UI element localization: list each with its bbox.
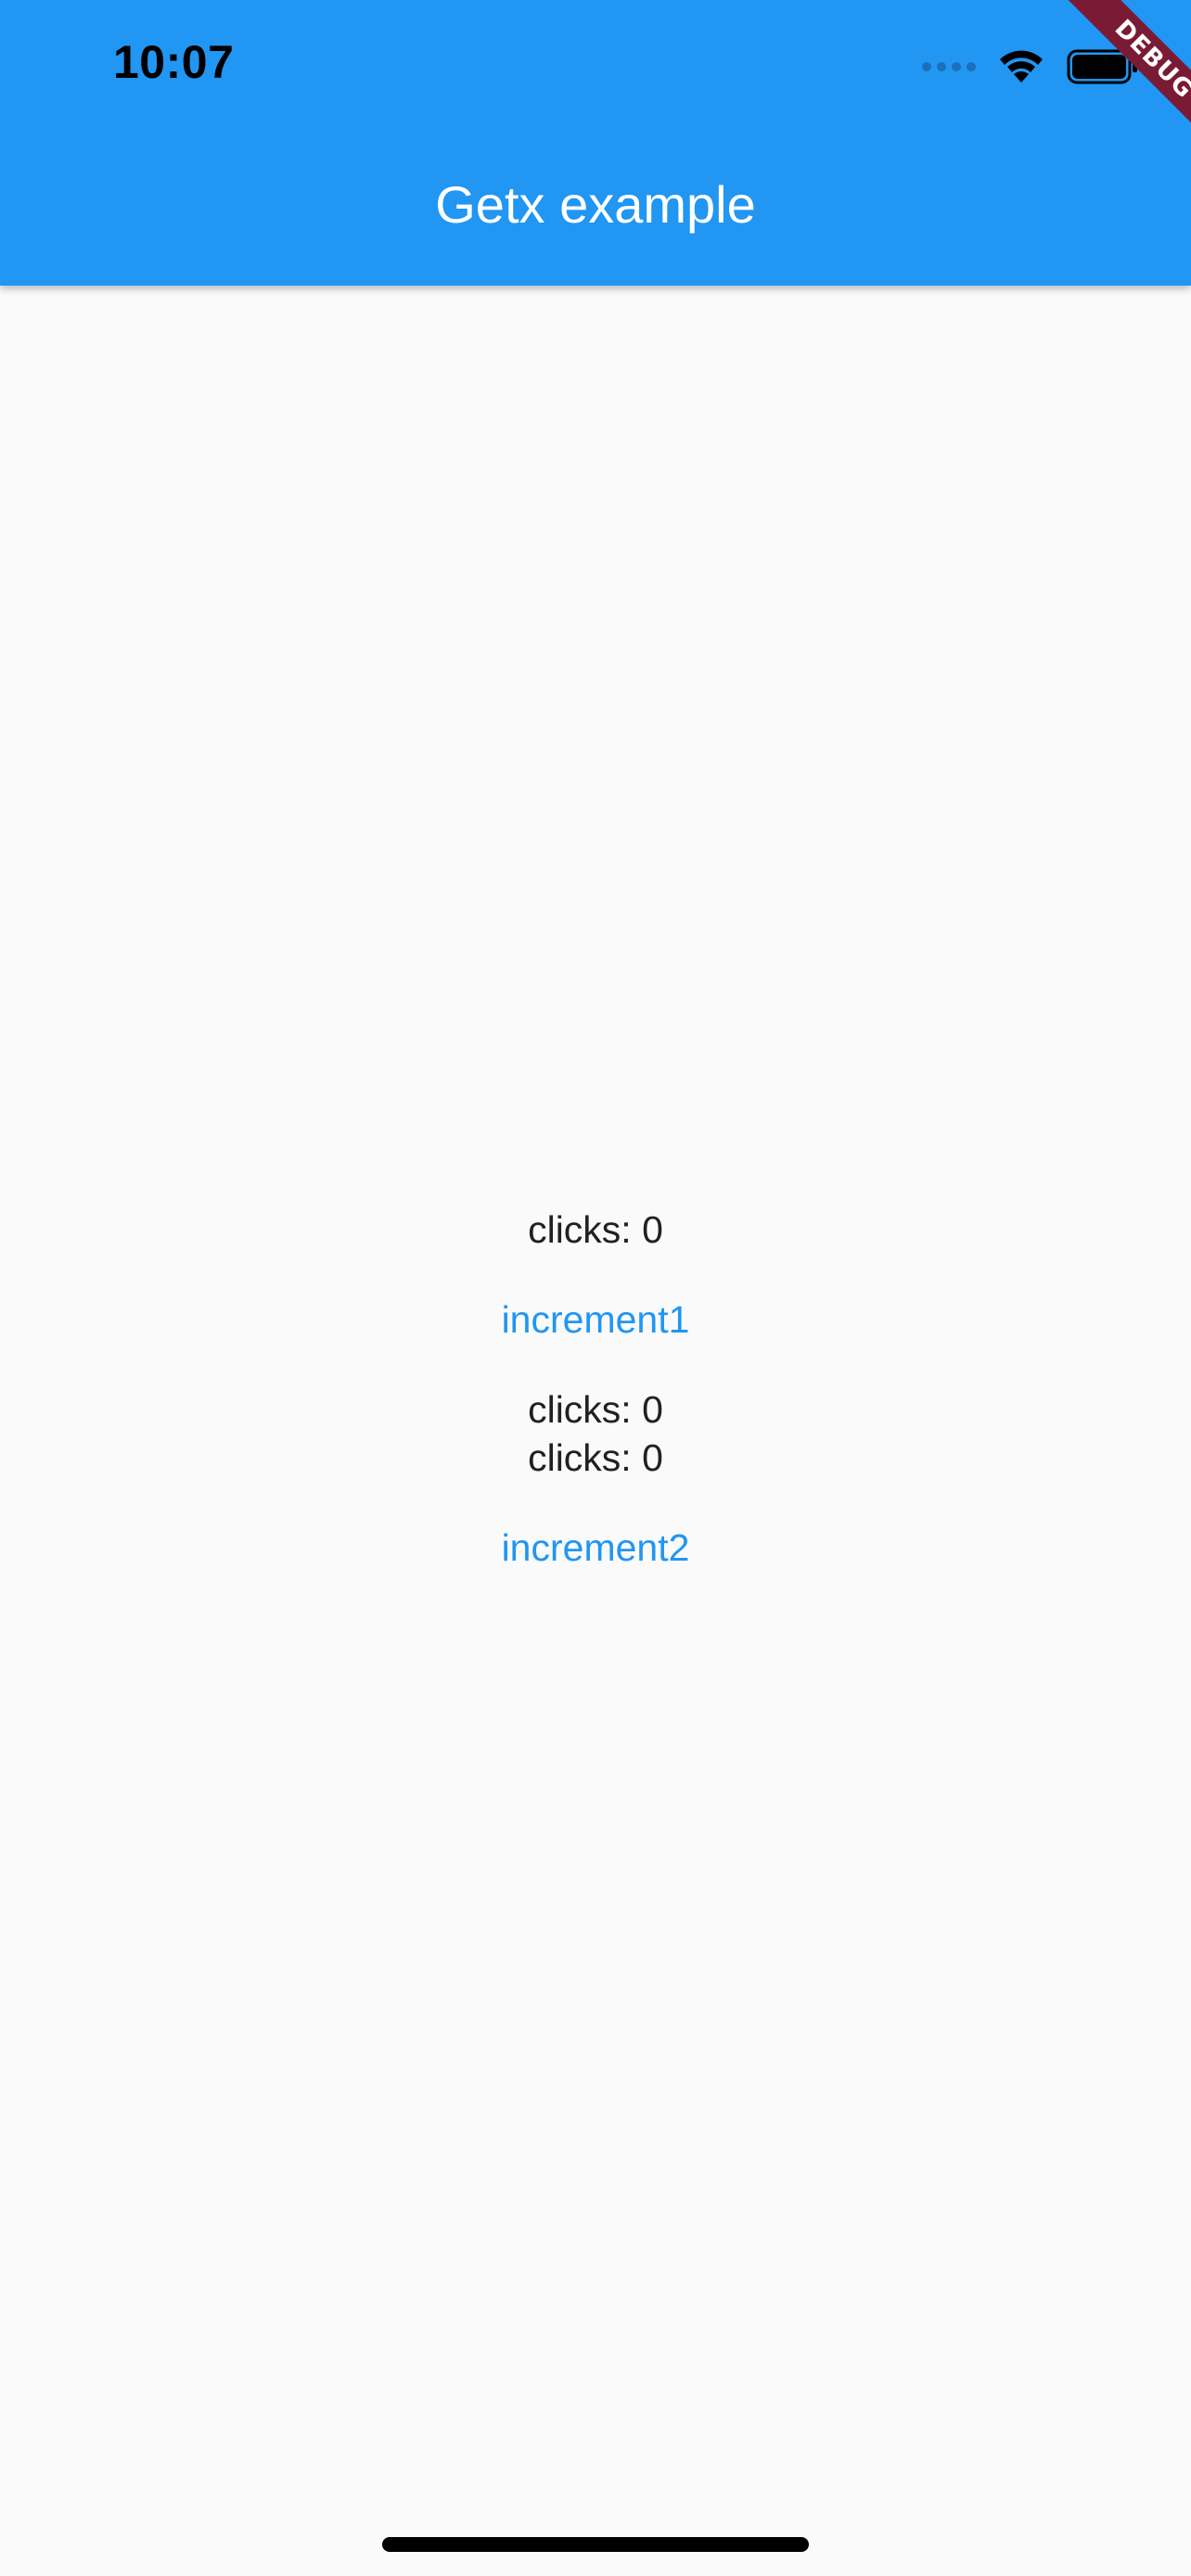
home-indicator bbox=[382, 2537, 809, 2552]
app-bar: 10:07 Getx example bbox=[0, 0, 1191, 286]
increment1-button[interactable]: increment1 bbox=[502, 1295, 690, 1344]
page-title: Getx example bbox=[435, 175, 756, 234]
main-content: clicks: 0 increment1 clicks: 0 clicks: 0… bbox=[0, 1205, 1191, 1572]
clicks-counter-1: clicks: 0 bbox=[528, 1208, 663, 1251]
clicks-counter-2: clicks: 0 bbox=[528, 1388, 663, 1431]
increment2-button[interactable]: increment2 bbox=[502, 1524, 690, 1572]
debug-banner: DEBUG bbox=[1024, 0, 1191, 167]
debug-label: DEBUG bbox=[1042, 0, 1191, 167]
signal-icon bbox=[922, 62, 976, 71]
clicks-counter-3: clicks: 0 bbox=[528, 1436, 663, 1479]
status-time: 10:07 bbox=[113, 36, 235, 88]
